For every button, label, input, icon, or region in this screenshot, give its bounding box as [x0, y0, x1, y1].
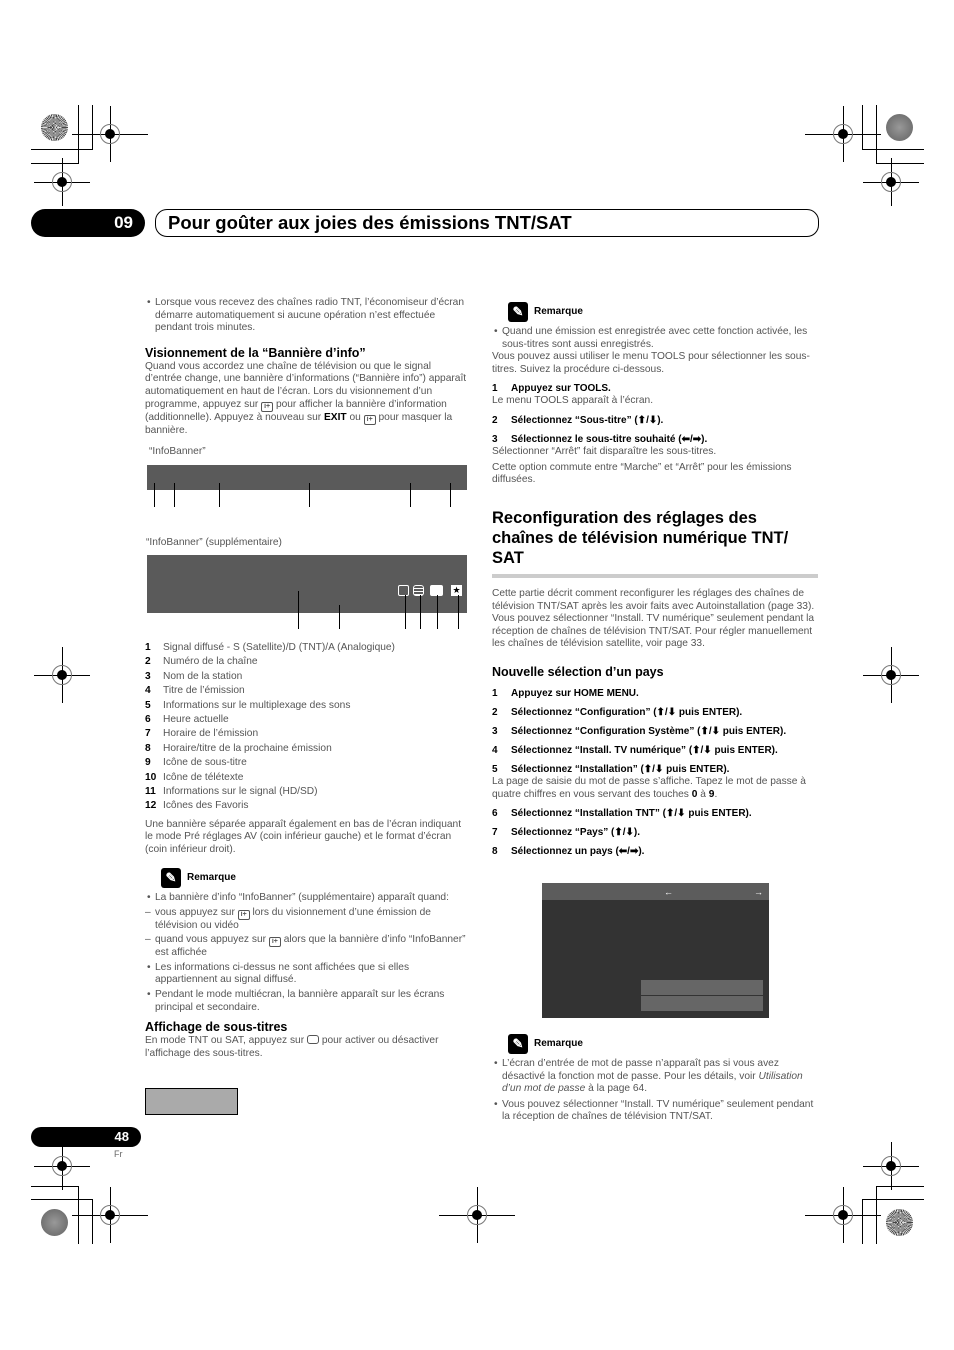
chapter-title: Pour goûter aux joies des émissions TNT/…: [155, 209, 819, 237]
grey-placeholder-box: [145, 1088, 238, 1115]
country-step: 1 Appuyez sur HOME MENU.: [492, 687, 639, 699]
reconfig-intro: Cette partie décrit comment reconfigurer…: [492, 588, 815, 650]
legend-item: 7 Horaire de l’émission: [145, 728, 259, 740]
left-column: Lorsque vous recevez des chaînes radio T…: [145, 297, 470, 437]
legend-item: 11 Informations sur le signal (HD/SD): [145, 786, 318, 798]
screen-button: [641, 980, 763, 995]
right-arrow-icon: →: [754, 887, 763, 897]
country-step: 6 Sélectionnez “Installation TNT” (⬆/⬇ pu…: [492, 808, 752, 820]
tools-intro: Vous pouvez aussi utiliser le menu TOOLS…: [492, 351, 810, 375]
subtitles-paragraph: En mode TNT ou SAT, appuyez sur pour act…: [145, 1035, 439, 1059]
callout-line: [450, 483, 451, 507]
callout-line: [219, 483, 220, 507]
info-banner-paragraph: Quand vous accordez une chaîne de télévi…: [145, 360, 467, 436]
callout-line: [154, 483, 155, 507]
callout-line: [339, 605, 340, 629]
password-note: La page de saisie du mot de passe s’affi…: [492, 775, 806, 800]
remark-heading: ✎ Remarque: [161, 868, 470, 888]
pencil-note-icon: ✎: [161, 868, 181, 888]
screen-button: [641, 996, 763, 1011]
left-arrow-icon: ←: [664, 887, 673, 897]
remark-bullet: Vous pouvez sélectionner “Install. TV nu…: [492, 1099, 818, 1124]
legend-list: 1 Signal diffusé - S (Satellite)/D (TNT)/…: [145, 641, 470, 857]
section-divider: [492, 574, 818, 578]
tools-step-note: Sélectionner “Arrêt” fait disparaître le…: [492, 445, 717, 457]
remark-box-left: ✎ Remarque La bannière d’info “InfoBanne…: [145, 868, 470, 1060]
country-step: 5 Sélectionnez “Installation” (⬆/⬇ puis E…: [492, 763, 730, 775]
teletext-icon: [413, 585, 424, 596]
remark-bullet: La bannière d’info “InfoBanner” (supplém…: [145, 892, 470, 905]
callout-line: [174, 483, 175, 507]
registration-starburst-icon: [886, 1209, 913, 1236]
info-plus-key-icon: i+: [268, 937, 281, 948]
callout-line: [458, 595, 459, 629]
remark-heading: ✎ Remarque: [508, 302, 818, 322]
remark-bullet: Les informations ci-dessus ne sont affic…: [145, 962, 470, 987]
remark-bullet: Pendant le mode multiécran, la bannière …: [145, 989, 470, 1014]
country-step: 8 Sélectionnez un pays (⬅/➡).: [492, 846, 645, 858]
separate-banner-paragraph: Une bannière séparée apparaît également …: [145, 818, 462, 856]
legend-item: 4 Titre de l’émission: [145, 685, 245, 697]
registration-grain-disc-icon: [41, 1209, 68, 1236]
subsection-title-country: Nouvelle sélection d’un pays: [492, 664, 664, 679]
page-number-badge: 48: [31, 1127, 141, 1147]
info-plus-key-icon: i+: [261, 401, 274, 412]
section-title-info-banner: Visionnement de la “Bannière d’info”: [145, 345, 366, 360]
subtitle-icon: [398, 585, 409, 596]
legend-item: 9 Icône de sous-titre: [145, 757, 247, 769]
remark-bullet: L’écran d’entrée de mot de passe n’appar…: [492, 1058, 818, 1096]
pencil-note-icon: ✎: [508, 302, 528, 322]
info-plus-key-icon: i+: [363, 414, 376, 425]
legend-item: 3 Nom de la station: [145, 670, 243, 682]
callout-line: [410, 483, 411, 507]
section-title-reconfig: Reconfiguration des réglages des chaînes…: [492, 509, 789, 567]
callout-line: [437, 595, 438, 629]
country-selection-screen: ← →: [542, 883, 769, 1018]
remark-heading: ✎ Remarque: [508, 1034, 818, 1054]
tools-step-note: Le menu TOOLS apparaît à l’écran.: [492, 395, 654, 407]
callout-line: [309, 483, 310, 507]
right-column: ✎ Remarque Quand une émission est enregi…: [492, 302, 818, 487]
legend-item: 6 Heure actuelle: [145, 714, 229, 726]
tools-step: 1 Appuyez sur TOOLS.: [492, 383, 611, 395]
favorite-star-icon: ★: [451, 585, 462, 596]
legend-item: 10 Icône de télétexte: [145, 771, 244, 783]
remark-dash: vous appuyez sur i+ lors du visionnement…: [145, 907, 470, 933]
legend-item: 5 Informations sur le multiplexage des so…: [145, 699, 351, 711]
reconfig-section: Reconfiguration des réglages des chaînes…: [492, 508, 818, 858]
country-step: 3 Sélectionnez “Configuration Système” (⬆…: [492, 725, 787, 737]
remark-box-right: ✎ Remarque L’écran d’entrée de mot de pa…: [492, 1034, 818, 1124]
chapter-number-badge: 09: [31, 209, 145, 237]
infobanner-caption: “InfoBanner”: [149, 446, 206, 457]
legend-item: 8 Horaire/titre de la prochaine émission: [145, 742, 332, 754]
callout-line: [405, 595, 406, 629]
registration-grain-disc-icon: [886, 114, 913, 141]
section-title-subtitles: Affichage de sous-titres: [145, 1020, 288, 1035]
subtitle-key-icon: [306, 1035, 319, 1045]
infobanner-diagram: [147, 465, 467, 490]
tools-step: 3 Sélectionnez le sous-titre souhaité (⬅/…: [492, 433, 708, 445]
callout-line: [298, 591, 299, 629]
country-row: ← →: [542, 883, 769, 900]
intro-bullet: Lorsque vous recevez des chaînes radio T…: [145, 297, 470, 335]
legend-item: 12 Icônes des Favoris: [145, 800, 249, 812]
info-plus-key-icon: i+: [237, 909, 250, 920]
pencil-note-icon: ✎: [508, 1034, 528, 1054]
legend-item: 1 Signal diffusé - S (Satellite)/D (TNT)/…: [145, 642, 395, 653]
country-step: 4 Sélectionnez “Install. TV numérique” (⬆…: [492, 744, 778, 756]
tools-step: 2 Sélectionnez “Sous-titre” (⬆/⬇).: [492, 414, 664, 426]
language-label: Fr: [114, 1149, 123, 1159]
infobanner-supplementary-diagram: ★: [147, 555, 467, 613]
remark-dash: quand vous appuyez sur i+ alors que la b…: [145, 934, 470, 960]
legend-item: 2 Numéro de la chaîne: [145, 656, 258, 668]
tools-outro: Cette option commute entre “Marche” et “…: [492, 461, 792, 486]
callout-line: [420, 595, 421, 629]
country-step: 2 Sélectionnez “Configuration” (⬆/⬇ puis …: [492, 706, 743, 718]
registration-starburst-icon: [41, 114, 68, 141]
country-step: 7 Sélectionnez “Pays” (⬆/⬇).: [492, 827, 641, 839]
remark-bullet: Quand une émission est enregistrée avec …: [492, 326, 818, 351]
infobanner-supplementary-caption: “InfoBanner” (supplémentaire): [146, 537, 282, 548]
